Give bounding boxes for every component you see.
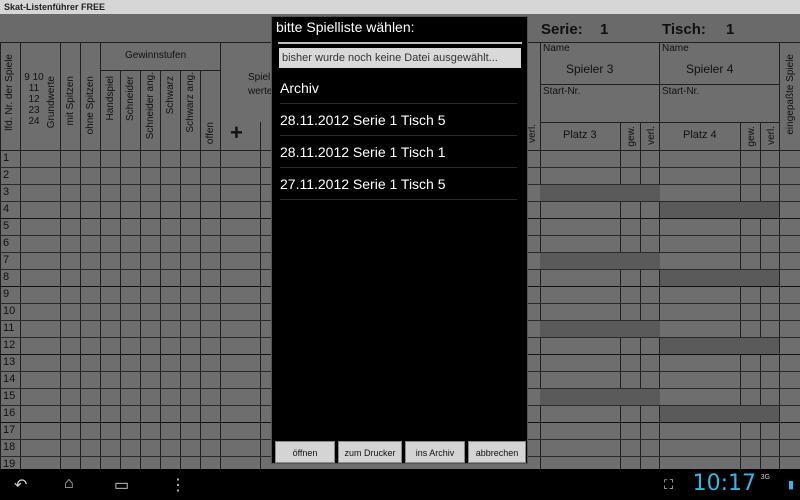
clock: 10:17 xyxy=(692,471,756,496)
list-item-file[interactable]: 28.11.2012 Serie 1 Tisch 5 xyxy=(280,105,517,136)
player4-platz: Platz 4 xyxy=(683,129,717,141)
player3-verl: verl. xyxy=(646,126,657,145)
network-indicator: 3G xyxy=(760,474,770,481)
system-nav-bar: ↶ ⌂ ▭ ⋮ ⛶ 10:17 3G ▮ xyxy=(0,469,800,500)
col-handspiel: Handspiel xyxy=(105,76,116,121)
player4-name[interactable]: Spieler 4 xyxy=(686,62,733,76)
col-werte-partial: werte xyxy=(248,86,273,97)
col-offen: offen xyxy=(205,122,216,145)
player4-gew: gew. xyxy=(746,126,757,147)
tisch-label: Tisch: xyxy=(662,21,706,38)
list-item-archiv[interactable]: Archiv xyxy=(280,73,517,104)
dialog-title: bitte Spielliste wählen: xyxy=(276,19,415,35)
player4-name-label: Name xyxy=(662,43,689,54)
col-mit-spitzen: mit Spitzen xyxy=(65,76,76,126)
player4-verl: verl. xyxy=(766,126,777,145)
player3-startnr[interactable]: Start-Nr. xyxy=(543,86,580,97)
col-schwarz: Schwarz xyxy=(165,76,176,115)
col-spiel-partial: Spiel xyxy=(248,72,271,83)
col-schwarz-ang: Schwarz ang. xyxy=(185,72,196,133)
row-number: 2 xyxy=(3,169,10,181)
dialog-divider xyxy=(278,42,522,44)
row-number: 14 xyxy=(3,373,16,385)
col-schneider-ang: Schneider ang. xyxy=(145,72,156,140)
player3-name[interactable]: Spieler 3 xyxy=(566,62,613,76)
row-number: 4 xyxy=(3,203,10,215)
row-number: 13 xyxy=(3,356,16,368)
app-title: Skat-Listenführer FREE xyxy=(4,2,106,12)
playlist-dialog: bitte Spielliste wählen: bisher wurde no… xyxy=(271,16,528,464)
row-number: 1 xyxy=(3,152,10,164)
row-number: 9 xyxy=(3,288,10,300)
archive-button[interactable]: ins Archiv xyxy=(405,441,465,463)
fullscreen-icon: ⛶ xyxy=(664,477,674,492)
row-number: 18 xyxy=(3,441,16,453)
player4-startnr[interactable]: Start-Nr. xyxy=(662,86,699,97)
col-grundwerte-nums: 9 10 11 12 23 24 xyxy=(24,72,44,127)
player3-platz: Platz 3 xyxy=(563,129,597,141)
row-number: 7 xyxy=(3,254,10,266)
serie-value: 1 xyxy=(600,21,609,38)
row-number: 5 xyxy=(3,220,10,232)
row-number: 16 xyxy=(3,407,16,419)
player3-name-label: Name xyxy=(543,43,570,54)
col-gewinnstufen: Gewinnstufen xyxy=(125,50,187,61)
print-button[interactable]: zum Drucker xyxy=(338,441,402,463)
file-status-field: bisher wurde noch keine Datei ausgewählt… xyxy=(279,48,521,68)
tisch-value: 1 xyxy=(726,21,735,38)
col-verl-partial: verl. xyxy=(527,124,538,143)
battery-icon: ▮ xyxy=(787,479,794,491)
row-number: 3 xyxy=(3,186,10,198)
row-number: 10 xyxy=(3,305,16,317)
row-number: 17 xyxy=(3,424,16,436)
col-grundwerte: Grundwerte xyxy=(46,76,57,129)
row-number: 19 xyxy=(3,458,16,469)
cancel-button[interactable]: abbrechen xyxy=(468,441,526,463)
menu-icon[interactable]: ⋮ xyxy=(170,475,186,495)
row-number: 11 xyxy=(3,322,15,334)
back-icon[interactable]: ↶ xyxy=(14,475,27,495)
home-icon[interactable]: ⌂ xyxy=(64,475,74,493)
list-item-file[interactable]: 27.11.2012 Serie 1 Tisch 5 xyxy=(280,169,517,200)
col-ohne-spitzen: ohne Spitzen xyxy=(85,76,96,135)
serie-label: Serie: xyxy=(541,21,583,38)
app-title-bar: Skat-Listenführer FREE xyxy=(0,0,800,14)
list-item-file[interactable]: 28.11.2012 Serie 1 Tisch 1 xyxy=(280,137,517,168)
row-number: 8 xyxy=(3,271,10,283)
col-schneider: Schneider xyxy=(125,76,136,122)
row-number: 15 xyxy=(3,390,16,402)
col-lfd-nr: lfd. Nr. der Spiele xyxy=(4,54,15,131)
add-game-button[interactable]: + xyxy=(230,120,243,146)
player3-gew: gew. xyxy=(626,126,637,147)
col-eingepasste: eingepaßte Spiele xyxy=(785,54,796,135)
recent-apps-icon[interactable]: ▭ xyxy=(114,475,129,495)
row-number: 12 xyxy=(3,339,16,351)
open-button[interactable]: öffnen xyxy=(275,441,335,463)
row-number: 6 xyxy=(3,237,10,249)
